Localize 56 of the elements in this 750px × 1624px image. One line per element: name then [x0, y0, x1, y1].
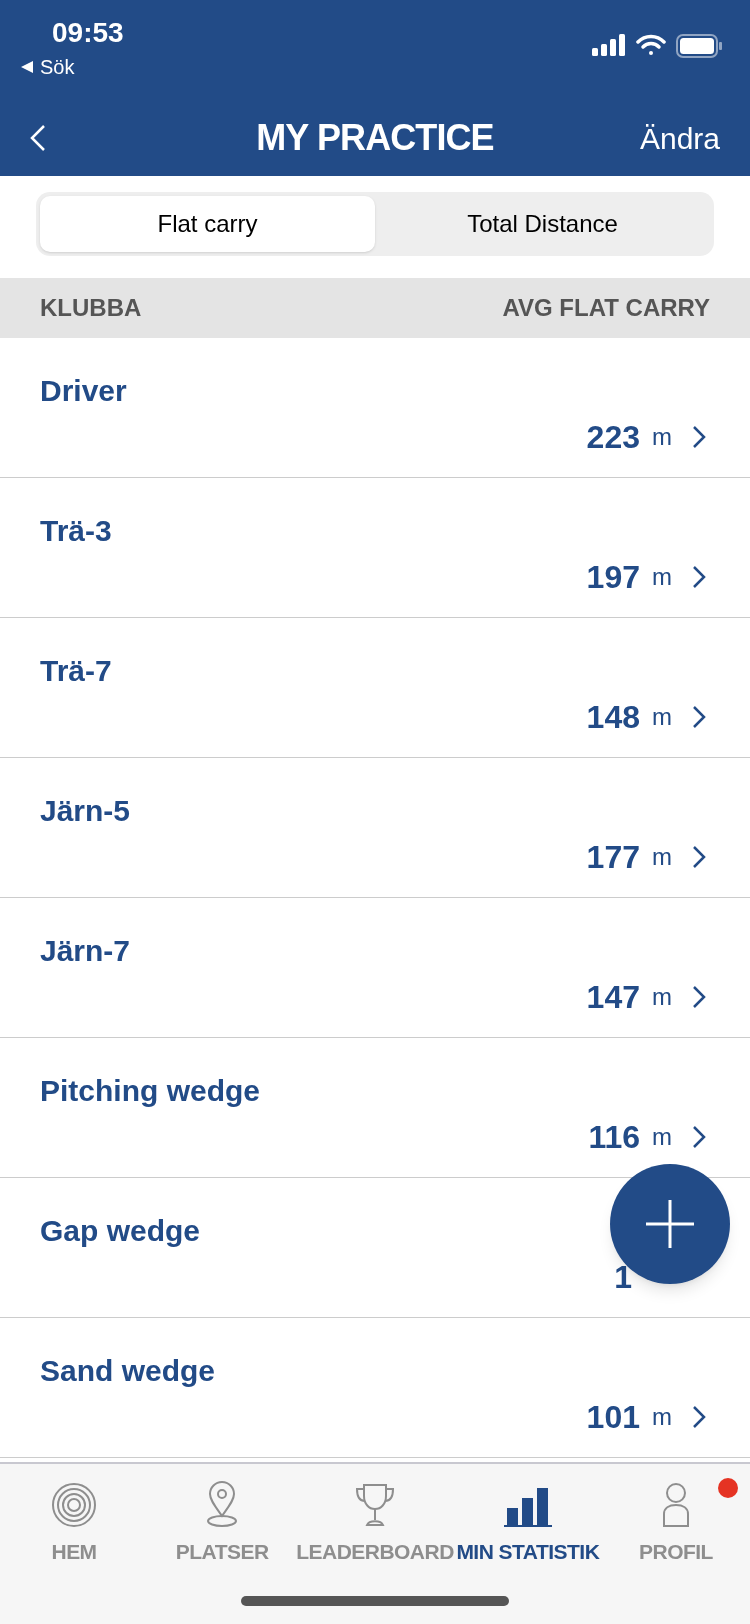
club-name: Trä-3 [40, 513, 112, 549]
club-name: Gap wedge [40, 1213, 201, 1249]
club-name: Driver [40, 373, 127, 409]
club-row[interactable]: Järn-7 147 m [0, 898, 750, 1038]
trophy-icon [353, 1482, 397, 1528]
bar-chart-icon [502, 1486, 553, 1528]
distance-value: 197 [586, 558, 640, 597]
chevron-right-icon [692, 1125, 706, 1149]
unit-label: m [652, 1402, 672, 1432]
club-row[interactable]: Trä-3 197 m [0, 478, 750, 618]
chevron-right-icon [692, 705, 706, 729]
distance-value: 147 [586, 978, 640, 1017]
distance-value: 116 [588, 1118, 640, 1157]
tab-bar-item[interactable]: MIN STATISTIK [453, 1476, 602, 1568]
club-name: Järn-5 [40, 793, 131, 829]
club-row[interactable]: Järn-5 177 m [0, 758, 750, 898]
unit-label: m [652, 422, 672, 452]
unit-label: m [652, 982, 672, 1012]
club-name: Pitching wedge [40, 1073, 261, 1109]
segment-tab[interactable]: Flat carry [40, 196, 375, 252]
club-row[interactable]: Trä-7 148 m [0, 618, 750, 758]
wifi-icon [636, 34, 666, 56]
distance-value: 223 [586, 418, 640, 457]
club-name: Järn-7 [40, 933, 131, 969]
chevron-right-icon [692, 425, 706, 449]
chevron-right-icon [692, 565, 706, 589]
distance-value: 101 [586, 1398, 640, 1437]
distance-value: 148 [586, 698, 640, 737]
target-icon [51, 1482, 98, 1528]
back-chevron-icon[interactable] [30, 124, 46, 152]
back-to-app-link[interactable]: Sök [20, 52, 124, 82]
chevron-right-icon [692, 845, 706, 869]
unit-label: m [652, 562, 672, 592]
person-icon [660, 1482, 691, 1528]
distance-value: 177 [586, 838, 640, 877]
column-header: KLUBBA [40, 293, 142, 323]
status-time: 09:53 [51, 16, 124, 50]
triangle-left-icon [20, 60, 34, 74]
signal-icon [592, 34, 626, 56]
unit-label: m [652, 702, 672, 732]
chevron-right-icon [692, 1405, 706, 1429]
column-header: AVG FLAT CARRY [502, 293, 710, 323]
page-title: MY PRACTICE [256, 116, 494, 160]
plus-icon [646, 1200, 694, 1248]
location-pin-icon [205, 1480, 240, 1528]
battery-icon [676, 34, 722, 58]
club-name: Trä-7 [40, 653, 112, 689]
distance-value: 1 [614, 1258, 632, 1297]
chevron-right-icon [692, 985, 706, 1009]
club-row[interactable]: Sand wedge 101 m [0, 1318, 750, 1458]
unit-label: m [652, 842, 672, 872]
club-name: Sand wedge [40, 1353, 216, 1389]
segment-tab[interactable]: Total Distance [375, 196, 710, 252]
edit-button[interactable]: Ändra [639, 115, 720, 161]
club-row[interactable]: Driver 223 m [0, 338, 750, 478]
unit-label: m [652, 1122, 672, 1152]
